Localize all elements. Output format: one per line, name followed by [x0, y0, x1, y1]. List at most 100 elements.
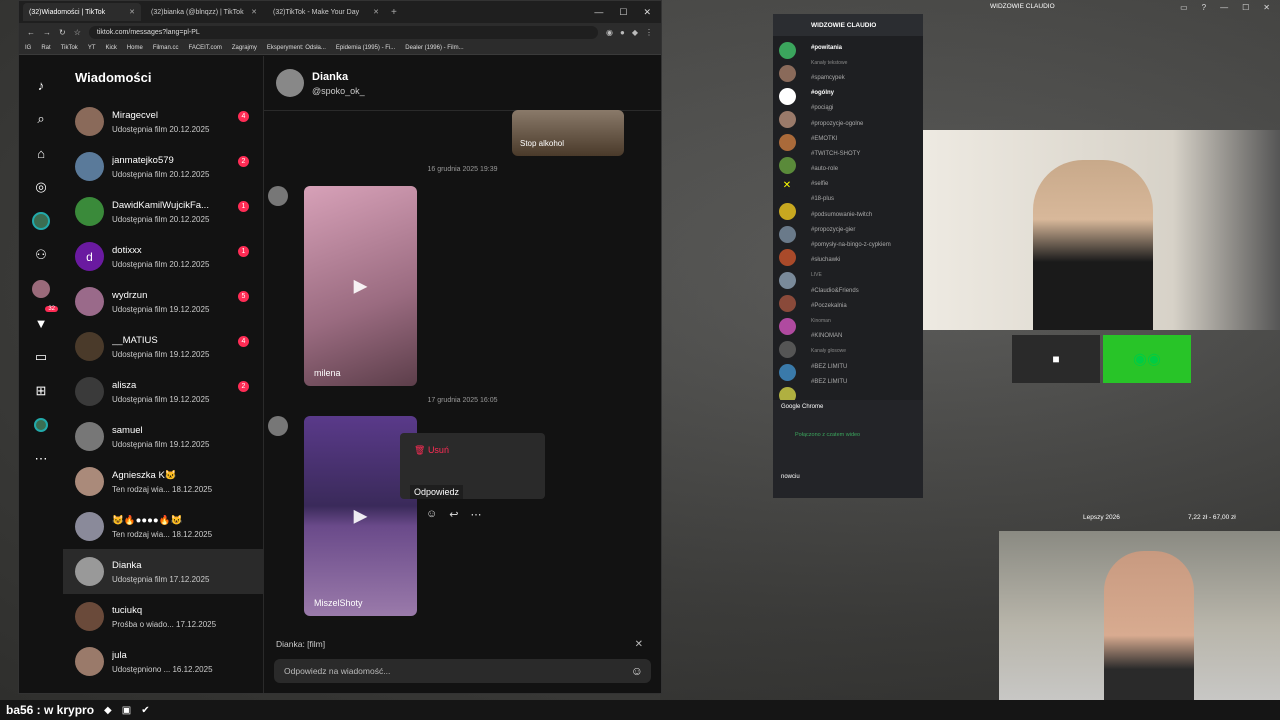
server-icon[interactable] [778, 249, 796, 266]
server-icon[interactable] [778, 226, 796, 243]
close-icon[interactable]: ✕ [129, 8, 135, 16]
more-icon[interactable]: ⋯ [30, 448, 52, 470]
channel-item[interactable]: # 18-plus [803, 192, 923, 207]
conversation-item[interactable]: alisza Udostępnia film 19.12.2025 2 [63, 369, 263, 414]
server-icon[interactable] [778, 341, 796, 358]
chat-name[interactable]: Dianka [312, 71, 365, 83]
home-icon[interactable]: ⌂ [30, 142, 52, 164]
bookmark-item[interactable]: Home [127, 45, 143, 51]
server-icon[interactable] [778, 318, 796, 335]
maximize-icon[interactable]: ☐ [1242, 3, 1249, 12]
channel-item[interactable]: # ogólny [803, 86, 923, 101]
maximize-icon[interactable]: ☐ [619, 7, 627, 18]
channel-item[interactable]: # TWITCH-SHOTY [803, 146, 923, 161]
bookmark-item[interactable]: FACEIT.com [189, 45, 222, 51]
extension-icon[interactable]: ● [620, 28, 625, 37]
conversation-item[interactable]: 😺🔥●●●●🔥😺 Ten rodzaj wia... 18.12.2025 [63, 504, 263, 549]
new-tab-icon[interactable]: + [391, 7, 397, 18]
channel-item[interactable]: # Claudio&Friends [803, 283, 923, 298]
conversation-item[interactable]: wydrzun Udostępnia film 19.12.2025 5 [63, 279, 263, 324]
conversation-item[interactable]: d dotixxx Udostępnia film 20.12.2025 1 [63, 234, 263, 279]
following-icon[interactable]: ⚇ [30, 244, 52, 266]
channel-item[interactable]: # pomysły-na-bingo-z-cypkiem [803, 237, 923, 252]
reload-icon[interactable]: ↻ [59, 28, 66, 37]
server-icon[interactable] [778, 157, 796, 174]
channel-item[interactable]: # słuchawki [803, 253, 923, 268]
inbox-icon[interactable]: ▭ [1180, 3, 1188, 12]
conversation-item[interactable]: Miragecvel Udostępnia film 20.12.2025 4 [63, 99, 263, 144]
messages-icon[interactable]: ▭ [30, 346, 52, 368]
bookmark-item[interactable]: Filman.cc [153, 45, 179, 51]
more-options-icon[interactable]: ⋯ [470, 508, 481, 521]
shared-video-1[interactable]: Stop alkohol [512, 110, 624, 156]
close-reply-icon[interactable]: ✕ [635, 639, 643, 650]
bookmark-item[interactable]: Kick [105, 45, 116, 51]
conversation-item[interactable]: Agnieszka K🐱 Ten rodzaj wia... 18.12.2025 [63, 459, 263, 504]
channel-category[interactable]: LIVE [803, 268, 923, 283]
bookmark-item[interactable]: TikTok [61, 45, 78, 51]
app-icon[interactable]: ▣ [122, 705, 131, 716]
reply-icon[interactable]: ↩ [449, 508, 458, 521]
minimize-icon[interactable]: — [1220, 3, 1228, 12]
url-field[interactable]: tiktok.com/messages?lang=pl-PL [88, 25, 599, 39]
minimize-icon[interactable]: — [594, 7, 603, 18]
channel-item[interactable]: # podsumowanie-twitch [803, 207, 923, 222]
extension-icon[interactable]: ◆ [632, 28, 638, 37]
bookmark-item[interactable]: Rat [41, 45, 50, 51]
close-icon[interactable]: ✕ [373, 8, 379, 16]
conversation-item[interactable]: DawidKamilWujcikFa... Udostępnia film 20.… [63, 189, 263, 234]
conversation-item[interactable]: tuciukq Prośba o wiado... 17.12.2025 [63, 594, 263, 639]
profile-avatar-icon[interactable] [30, 210, 52, 232]
bookmark-item[interactable]: YT [88, 45, 96, 51]
bookmark-icon[interactable]: ☆ [74, 28, 81, 37]
channel-item[interactable]: # EMOTKI [803, 131, 923, 146]
server-icon[interactable] [778, 203, 796, 220]
server-icon[interactable] [778, 88, 796, 105]
emoji-react-icon[interactable]: ☺ [426, 508, 437, 521]
conversation-item[interactable]: jula Udostępniono ... 16.12.2025 [63, 639, 263, 684]
explore-icon[interactable]: ◎ [30, 176, 52, 198]
channel-item[interactable]: # BEZ LIMITU [803, 359, 923, 374]
message-input[interactable]: Odpowiedz na wiadomość... ☺ [274, 659, 651, 683]
close-window-icon[interactable]: ✕ [643, 7, 651, 18]
channel-item[interactable]: # BEZ LIMITU [803, 374, 923, 389]
bookmark-item[interactable]: Zagrajmy [232, 45, 257, 51]
channel-category[interactable]: Kanały tekstowe [803, 55, 923, 70]
conversation-item[interactable]: samuel Udostępnia film 19.12.2025 [63, 414, 263, 459]
channel-item[interactable]: # powitania [803, 40, 923, 55]
help-icon[interactable]: ? [1202, 3, 1206, 12]
channel-item[interactable]: # propozycje-ogolne [803, 116, 923, 131]
channel-item[interactable]: # pociągi [803, 101, 923, 116]
search-icon[interactable]: ⌕ [30, 108, 52, 130]
tiktok-logo-icon[interactable]: ♪ [30, 74, 52, 96]
conversation-item[interactable]: Dianka Udostępnia film 17.12.2025 [63, 549, 263, 594]
server-icon[interactable] [778, 42, 796, 59]
server-name[interactable]: WIDZOWIE CLAUDIO [773, 14, 923, 36]
server-icon[interactable] [778, 134, 796, 151]
server-icon[interactable] [778, 295, 796, 312]
bookmark-item[interactable]: Dealer (1996) - Film... [405, 45, 463, 51]
channel-item[interactable]: # selfie [803, 177, 923, 192]
emoji-icon[interactable]: ☺ [631, 664, 643, 678]
channel-item[interactable]: # propozycje-gier [803, 222, 923, 237]
server-icon[interactable]: ✕ [778, 180, 796, 197]
server-icon[interactable] [778, 111, 796, 128]
delete-menu-item[interactable]: 🗑 Usuń [414, 445, 449, 456]
upload-icon[interactable]: ⊞ [30, 380, 52, 402]
channel-category[interactable]: Kanały głosowe [803, 344, 923, 359]
profile-icon[interactable] [30, 414, 52, 436]
close-icon[interactable]: ✕ [1263, 3, 1270, 12]
bookmark-item[interactable]: IG [25, 45, 31, 51]
avatar-tile[interactable]: ◉◉ [1103, 335, 1191, 383]
channel-item[interactable]: # auto-role [803, 162, 923, 177]
camera-off-tile[interactable]: ■ [1012, 335, 1100, 383]
app-icon[interactable]: ✔ [141, 705, 149, 716]
tab-profile[interactable]: (32)bianka (@blnqzz) | TikTok ✕ [145, 3, 263, 21]
menu-icon[interactable]: ⋮ [645, 28, 653, 37]
conversation-item[interactable]: janmatejko579 Udostępnia film 20.12.2025 … [63, 144, 263, 189]
server-icon[interactable] [778, 272, 796, 289]
browser-icon[interactable]: ◆ [104, 705, 112, 716]
tab-messages[interactable]: (32)Wiadomości | TikTok ✕ [23, 3, 141, 21]
close-icon[interactable]: ✕ [251, 8, 257, 16]
back-icon[interactable]: ← [27, 28, 35, 37]
